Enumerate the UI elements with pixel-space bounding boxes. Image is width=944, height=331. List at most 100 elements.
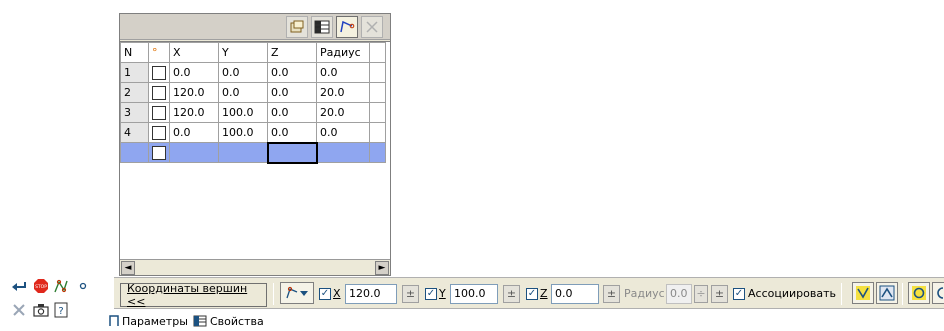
coordinates-button[interactable]: Координаты вершин << (120, 282, 267, 308)
y-plusminus-button[interactable]: ± (503, 285, 520, 303)
row-checkbox[interactable] (148, 142, 170, 163)
cell-x[interactable]: 120.0 (169, 82, 219, 103)
col-y: Y (218, 42, 268, 63)
x-label: X (333, 287, 341, 300)
separator (273, 283, 274, 305)
scroll-right-icon[interactable]: ► (375, 261, 389, 275)
tab-properties-label: Свойства (210, 314, 264, 328)
cell-z-focused[interactable] (266, 141, 318, 164)
point-snap-dropdown[interactable] (280, 282, 314, 304)
y-label: Y (439, 287, 446, 300)
row-number: 3 (120, 102, 149, 123)
table-row[interactable]: 1 0.0 0.0 0.0 0.0 (120, 62, 386, 83)
cell-z[interactable]: 0.0 (267, 102, 317, 123)
cell-y[interactable]: 100.0 (218, 102, 268, 123)
help-icon[interactable]: ? (52, 301, 70, 319)
cell-x[interactable] (169, 142, 219, 163)
svg-text:?: ? (58, 306, 63, 317)
params-tab-icon (109, 315, 119, 326)
left-button-group: STOP ? (8, 277, 104, 327)
row-number: 1 (120, 62, 149, 83)
rotate-reverse-icon[interactable] (932, 282, 944, 304)
tab-params-label: Параметры (122, 314, 188, 328)
z-checkbox[interactable]: ✓ (526, 288, 538, 300)
col-z: Z (267, 42, 317, 63)
y-checkbox[interactable]: ✓ (425, 288, 437, 300)
enter-icon[interactable] (10, 277, 28, 295)
rotate-icon[interactable] (908, 282, 930, 304)
row-number: 4 (120, 122, 149, 143)
table-toolbar (120, 14, 390, 40)
cell-x[interactable]: 0.0 (169, 122, 219, 143)
vertex-grid: N ° X Y Z Радиус 1 0.0 0.0 0.0 0.0 2 120 (120, 41, 390, 263)
bottom-tabs: Параметры Свойства (104, 310, 944, 331)
cell-radius[interactable]: 0.0 (316, 122, 370, 143)
table-icon[interactable] (311, 16, 333, 38)
cell-x[interactable]: 120.0 (169, 102, 219, 123)
tab-properties[interactable]: Свойства (193, 312, 264, 330)
separator (841, 283, 842, 305)
property-bar: Координаты вершин << ✓ X 120.0 ± ✓ Y 100… (114, 277, 944, 309)
associate-label: Ассоциировать (748, 287, 836, 300)
z-label: Z (540, 287, 548, 300)
cell-x[interactable]: 0.0 (169, 62, 219, 83)
separator (902, 283, 903, 305)
row-number (120, 142, 149, 163)
graph-icon[interactable] (52, 277, 70, 295)
row-checkbox[interactable] (148, 62, 170, 83)
cell-y[interactable]: 100.0 (218, 122, 268, 143)
radius-plusminus-button[interactable]: ± (711, 285, 728, 303)
properties-tab-icon (193, 315, 207, 327)
radius-spinner[interactable]: ÷ (694, 285, 708, 303)
table-row[interactable]: 4 0.0 100.0 0.0 0.0 (120, 122, 386, 143)
svg-text:STOP: STOP (35, 284, 47, 290)
col-extra (369, 42, 386, 63)
scroll-left-icon[interactable]: ◄ (121, 261, 135, 275)
cell-radius[interactable]: 0.0 (316, 62, 370, 83)
point-icon[interactable] (74, 277, 92, 295)
col-x: X (169, 42, 219, 63)
table-row[interactable]: 3 120.0 100.0 0.0 20.0 (120, 102, 386, 123)
table-row[interactable]: 2 120.0 0.0 0.0 20.0 (120, 82, 386, 103)
col-point: ° (148, 42, 170, 63)
associate-checkbox[interactable]: ✓ (733, 288, 745, 300)
x-field[interactable]: 120.0 (345, 284, 397, 304)
x-checkbox[interactable]: ✓ (319, 288, 331, 300)
row-checkbox[interactable] (148, 102, 170, 123)
vertex-table: N ° X Y Z Радиус 1 0.0 0.0 0.0 0.0 2 120 (120, 42, 386, 164)
radius-field[interactable]: 0.0 (666, 284, 692, 304)
table-header: N ° X Y Z Радиус (120, 42, 386, 63)
col-n: N (120, 42, 149, 63)
cell-y[interactable]: 0.0 (218, 62, 268, 83)
cell-y[interactable]: 0.0 (218, 82, 268, 103)
vertex-table-panel: N ° X Y Z Радиус 1 0.0 0.0 0.0 0.0 2 120 (119, 13, 391, 276)
cell-radius[interactable]: 20.0 (316, 82, 370, 103)
z-field[interactable]: 0.0 (551, 284, 599, 304)
y-field[interactable]: 100.0 (450, 284, 498, 304)
vertex-icon[interactable] (336, 16, 358, 38)
close-icon[interactable] (361, 16, 383, 38)
cell-radius[interactable]: 20.0 (316, 102, 370, 123)
camera-icon[interactable] (32, 301, 50, 319)
copy-icon[interactable] (286, 16, 308, 38)
col-radius: Радиус (316, 42, 370, 63)
row-checkbox[interactable] (148, 82, 170, 103)
chevron-down-icon (300, 291, 308, 296)
cell-radius[interactable] (316, 142, 370, 163)
pin-icon[interactable] (10, 301, 28, 319)
cell-z[interactable]: 0.0 (267, 82, 317, 103)
select-icon[interactable] (852, 282, 874, 304)
row-number: 2 (120, 82, 149, 103)
horizontal-scrollbar[interactable]: ◄ ► (120, 259, 390, 275)
cell-z[interactable]: 0.0 (267, 122, 317, 143)
cell-z[interactable]: 0.0 (267, 62, 317, 83)
stop-icon[interactable]: STOP (32, 277, 50, 295)
z-plusminus-button[interactable]: ± (603, 285, 620, 303)
select-filter-icon[interactable] (876, 282, 898, 304)
x-plusminus-button[interactable]: ± (402, 285, 419, 303)
tab-params[interactable]: Параметры (109, 312, 188, 330)
row-checkbox[interactable] (148, 122, 170, 143)
cell-y[interactable] (218, 142, 268, 163)
new-row[interactable] (120, 141, 386, 164)
radius-label: Радиус (624, 287, 665, 300)
